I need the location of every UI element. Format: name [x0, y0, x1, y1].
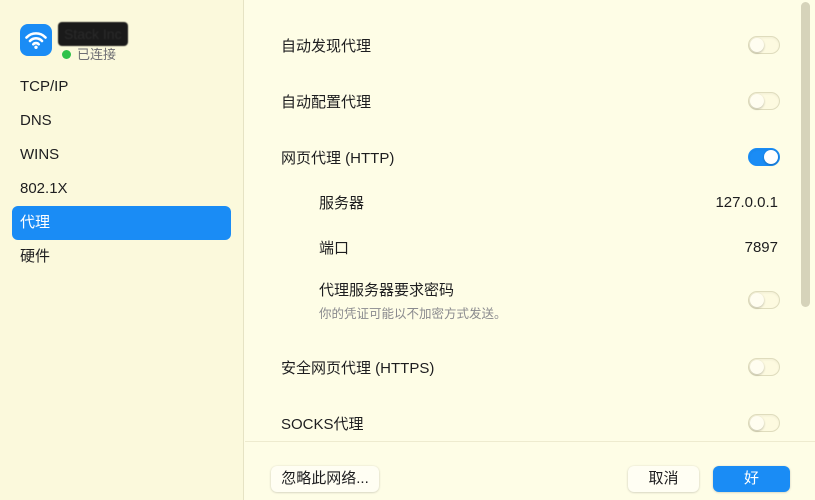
sidebar-item-dns[interactable]: DNS: [12, 104, 231, 138]
auto-config-row: 自动配置代理: [281, 81, 780, 121]
port-row: 端口 7897: [319, 227, 780, 267]
proxy-settings-list: 自动发现代理 自动配置代理 网页代理 (HTTP) 服务器 127.0.0.1 …: [245, 0, 800, 440]
toggle-knob: [750, 416, 764, 430]
network-header: Stack Inc 已连接: [20, 22, 240, 62]
server-label: 服务器: [319, 194, 365, 212]
password-label: 代理服务器要求密码 你的凭证可能以不加密方式发送。: [319, 279, 507, 322]
port-field[interactable]: 7897: [745, 239, 778, 256]
ignore-network-button[interactable]: 忽略此网络...: [271, 466, 379, 492]
sidebar-item-proxy[interactable]: 代理: [12, 206, 231, 240]
https-proxy-row: 安全网页代理 (HTTPS): [281, 347, 780, 387]
wifi-icon: [20, 24, 52, 56]
auto-discovery-label: 自动发现代理: [281, 37, 372, 55]
cancel-button[interactable]: 取消: [628, 466, 699, 492]
socks-proxy-row: SOCKS代理: [281, 403, 780, 440]
network-name: Stack Inc: [58, 22, 128, 46]
ok-button[interactable]: 好: [713, 466, 790, 492]
http-proxy-row: 网页代理 (HTTP): [281, 137, 780, 177]
socks-proxy-toggle[interactable]: [748, 414, 780, 432]
sidebar-item-wins[interactable]: WINS: [12, 138, 231, 172]
connection-status: 已连接: [62, 44, 116, 63]
http-proxy-toggle[interactable]: [748, 148, 780, 166]
sidebar-item-hardware[interactable]: 硬件: [12, 240, 231, 274]
server-row: 服务器 127.0.0.1: [319, 182, 780, 222]
toggle-knob: [764, 150, 778, 164]
https-proxy-toggle[interactable]: [748, 358, 780, 376]
server-field[interactable]: 127.0.0.1: [715, 194, 778, 211]
sidebar-item-8021x[interactable]: 802.1X: [12, 172, 231, 206]
sidebar-item-tcpip[interactable]: TCP/IP: [12, 70, 231, 104]
password-hint: 你的凭证可能以不加密方式发送。: [319, 306, 507, 321]
toggle-knob: [750, 38, 764, 52]
http-proxy-label: 网页代理 (HTTP): [281, 149, 395, 167]
proxy-settings-pane: 自动发现代理 自动配置代理 网页代理 (HTTP) 服务器 127.0.0.1 …: [245, 0, 815, 500]
auto-config-label: 自动配置代理: [281, 93, 372, 111]
port-label: 端口: [319, 239, 350, 257]
scrollbar[interactable]: [801, 2, 810, 307]
https-proxy-label: 安全网页代理 (HTTPS): [281, 359, 435, 377]
password-row: 代理服务器要求密码 你的凭证可能以不加密方式发送。: [319, 279, 780, 322]
auto-config-toggle[interactable]: [748, 92, 780, 110]
password-required-label: 代理服务器要求密码: [319, 281, 455, 299]
toggle-knob: [750, 94, 764, 108]
socks-proxy-label: SOCKS代理: [281, 415, 364, 433]
auto-discovery-toggle[interactable]: [748, 36, 780, 54]
status-dot-icon: [62, 50, 71, 59]
password-toggle[interactable]: [748, 291, 780, 309]
toggle-knob: [750, 360, 764, 374]
connection-status-label: 已连接: [77, 47, 117, 62]
footer-divider: [245, 441, 815, 442]
sidebar-nav: TCP/IP DNS WINS 802.1X 代理 硬件: [12, 70, 231, 274]
auto-discovery-row: 自动发现代理: [281, 25, 780, 65]
sidebar: Stack Inc 已连接 TCP/IP DNS WINS 802.1X 代理 …: [0, 0, 244, 500]
toggle-knob: [750, 293, 764, 307]
